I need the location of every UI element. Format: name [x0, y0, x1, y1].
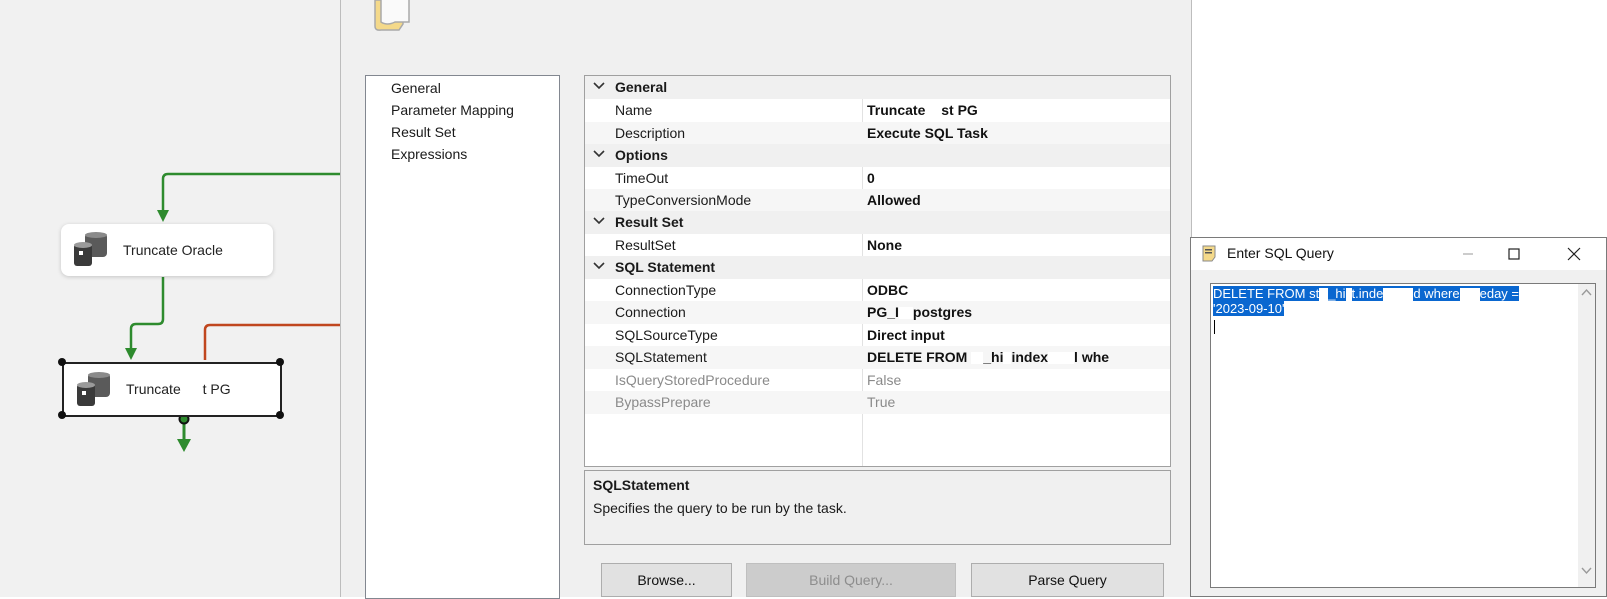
chevron-down-icon[interactable]	[592, 147, 606, 161]
property-row-connection-type[interactable]: ConnectionType ODBC	[585, 279, 1170, 302]
arrow-head-icon	[157, 210, 169, 222]
nav-item-expressions[interactable]: Expressions	[391, 146, 467, 162]
property-row-result-set[interactable]: ResultSet None	[585, 234, 1170, 257]
maximize-button[interactable]	[1491, 238, 1537, 270]
sql-query-text[interactable]: DELETE FROM st _hi t.inde d where eday = '20…	[1213, 286, 1565, 317]
execute-sql-task-icon	[77, 372, 110, 406]
text-caret	[1214, 320, 1215, 334]
nav-item-result-set[interactable]: Result Set	[391, 124, 456, 140]
scroll-up-icon[interactable]	[1581, 288, 1592, 296]
parse-query-button[interactable]: Parse Query	[971, 563, 1164, 597]
property-description-panel: SQLStatement Specifies the query to be r…	[584, 470, 1171, 545]
category-general[interactable]: General	[585, 76, 1170, 99]
resize-handle[interactable]	[58, 411, 66, 419]
chevron-down-icon[interactable]	[592, 214, 606, 228]
close-button[interactable]	[1551, 238, 1597, 270]
description-title: SQLStatement	[593, 477, 690, 493]
resize-handle[interactable]	[276, 411, 284, 419]
property-row-description[interactable]: Description Execute SQL Task	[585, 122, 1170, 145]
arrow-head-icon	[125, 348, 137, 360]
property-row-bypass-prepare[interactable]: BypassPrepare True	[585, 391, 1170, 414]
property-row-name[interactable]: Name Truncate st PG	[585, 99, 1170, 122]
resize-handle[interactable]	[276, 358, 284, 366]
property-row-timeout[interactable]: TimeOut 0	[585, 167, 1170, 190]
chevron-down-icon[interactable]	[592, 259, 606, 273]
design-canvas[interactable]: Truncate Oracle Truncate t PG	[0, 0, 340, 597]
vertical-scrollbar[interactable]	[1578, 284, 1595, 587]
resize-handle[interactable]	[58, 358, 66, 366]
property-row-connection[interactable]: Connection PG_I postgres	[585, 301, 1170, 324]
execute-sql-task-icon	[74, 232, 107, 266]
property-row-is-query-stored-procedure[interactable]: IsQueryStoredProcedure False	[585, 369, 1170, 392]
maximize-icon	[1508, 248, 1520, 260]
scroll-down-icon[interactable]	[1581, 567, 1592, 575]
property-grid[interactable]: General Name Truncate st PG Description …	[584, 75, 1171, 467]
window-title: Enter SQL Query	[1227, 245, 1334, 261]
nav-item-parameter-mapping[interactable]: Parameter Mapping	[391, 102, 514, 118]
browse-button[interactable]: Browse...	[601, 563, 732, 597]
success-constraint-middle[interactable]	[129, 277, 165, 352]
arrow-head-icon	[177, 439, 191, 452]
task-editor-icon	[374, 0, 410, 31]
task-label: Truncate t PG	[126, 381, 231, 397]
category-options[interactable]: Options	[585, 144, 1170, 167]
execute-sql-task-editor: General Parameter Mapping Result Set Exp…	[340, 0, 1192, 599]
precedence-constraints	[125, 172, 340, 452]
enter-sql-query-window: Enter SQL Query DELETE FROM st _hi t.inde d…	[1190, 237, 1607, 597]
task-truncate-pg-selected[interactable]: Truncate t PG	[62, 362, 282, 417]
chevron-down-icon[interactable]	[592, 79, 606, 93]
sql-query-icon	[1202, 245, 1216, 262]
minimize-button[interactable]	[1445, 238, 1491, 270]
property-row-sql-statement[interactable]: SQLStatement DELETE FROM _hi index l whe	[585, 346, 1170, 369]
category-result-set[interactable]: Result Set	[585, 211, 1170, 234]
failure-constraint[interactable]	[203, 323, 340, 360]
nav-item-general[interactable]: General	[391, 80, 441, 96]
close-icon	[1567, 247, 1581, 261]
minimize-icon	[1463, 253, 1473, 255]
category-sql-statement[interactable]: SQL Statement	[585, 256, 1170, 279]
success-constraint-top[interactable]	[161, 172, 340, 214]
sql-query-textarea[interactable]: DELETE FROM st _hi t.inde d where eday = '20…	[1210, 283, 1596, 588]
window-titlebar[interactable]: Enter SQL Query	[1191, 238, 1606, 270]
task-truncate-oracle[interactable]: Truncate Oracle	[61, 224, 273, 276]
build-query-button[interactable]: Build Query...	[746, 563, 956, 597]
description-text: Specifies the query to be run by the tas…	[593, 500, 847, 516]
property-row-sql-source-type[interactable]: SQLSourceType Direct input	[585, 324, 1170, 347]
editor-page-list[interactable]: General Parameter Mapping Result Set Exp…	[365, 75, 560, 599]
property-row-type-conversion-mode[interactable]: TypeConversionMode Allowed	[585, 189, 1170, 212]
task-label: Truncate Oracle	[123, 242, 223, 258]
